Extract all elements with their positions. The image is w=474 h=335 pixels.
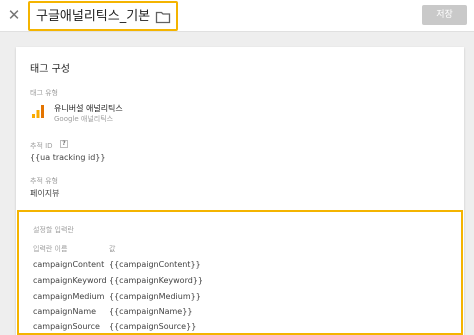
tracking-id-label: 추적 ID [30, 142, 53, 150]
field-value[interactable]: {{campaignKeyword}} [109, 276, 203, 285]
fields-to-set-section: 설정할 입력란 입력란 이름 값 campaignContent {{campa… [17, 210, 463, 335]
google-analytics-icon[interactable] [30, 103, 46, 119]
field-value[interactable]: {{campaignMedium}} [109, 292, 201, 301]
field-name[interactable]: campaignMedium [33, 292, 104, 301]
fields-to-set-title: 설정할 입력란 [33, 226, 74, 234]
folder-icon[interactable] [155, 9, 171, 25]
field-name[interactable]: campaignKeyword [33, 276, 107, 285]
field-name[interactable]: campaignContent [33, 260, 104, 269]
field-name-header: 입력란 이름 [33, 245, 68, 253]
tag-title-box[interactable]: 구글애널리틱스_기본 [28, 1, 178, 31]
tracking-type-value[interactable]: 페이지뷰 [30, 188, 59, 199]
tag-title[interactable]: 구글애널리틱스_기본 [36, 8, 150, 26]
field-value[interactable]: {{campaignName}} [109, 307, 192, 316]
close-icon[interactable]: ✕ [5, 6, 23, 24]
tag-type-name[interactable]: 유니버설 애널리틱스 [54, 103, 123, 114]
field-value-header: 값 [109, 245, 116, 253]
field-value[interactable]: {{campaignSource}} [109, 322, 196, 331]
field-name[interactable]: campaignSource [33, 322, 100, 331]
tracking-type-label: 추적 유형 [30, 177, 58, 185]
card-title: 태그 구성 [30, 64, 70, 75]
field-value[interactable]: {{campaignContent}} [109, 260, 201, 269]
save-button[interactable]: 저장 [422, 5, 467, 25]
top-bar: ✕ 구글애널리틱스_기본 저장 [0, 0, 474, 32]
tag-configuration-card: 태그 구성 태그 유형 유니버설 애널리틱스 Google 애널리틱스 추적 I… [16, 47, 464, 335]
tag-type-sub: Google 애널리틱스 [54, 115, 114, 123]
tracking-id-value[interactable]: {{ua tracking id}} [30, 153, 105, 162]
help-icon[interactable]: ? [60, 140, 68, 148]
field-name[interactable]: campaignName [33, 307, 96, 316]
tag-type-label: 태그 유형 [30, 89, 58, 97]
